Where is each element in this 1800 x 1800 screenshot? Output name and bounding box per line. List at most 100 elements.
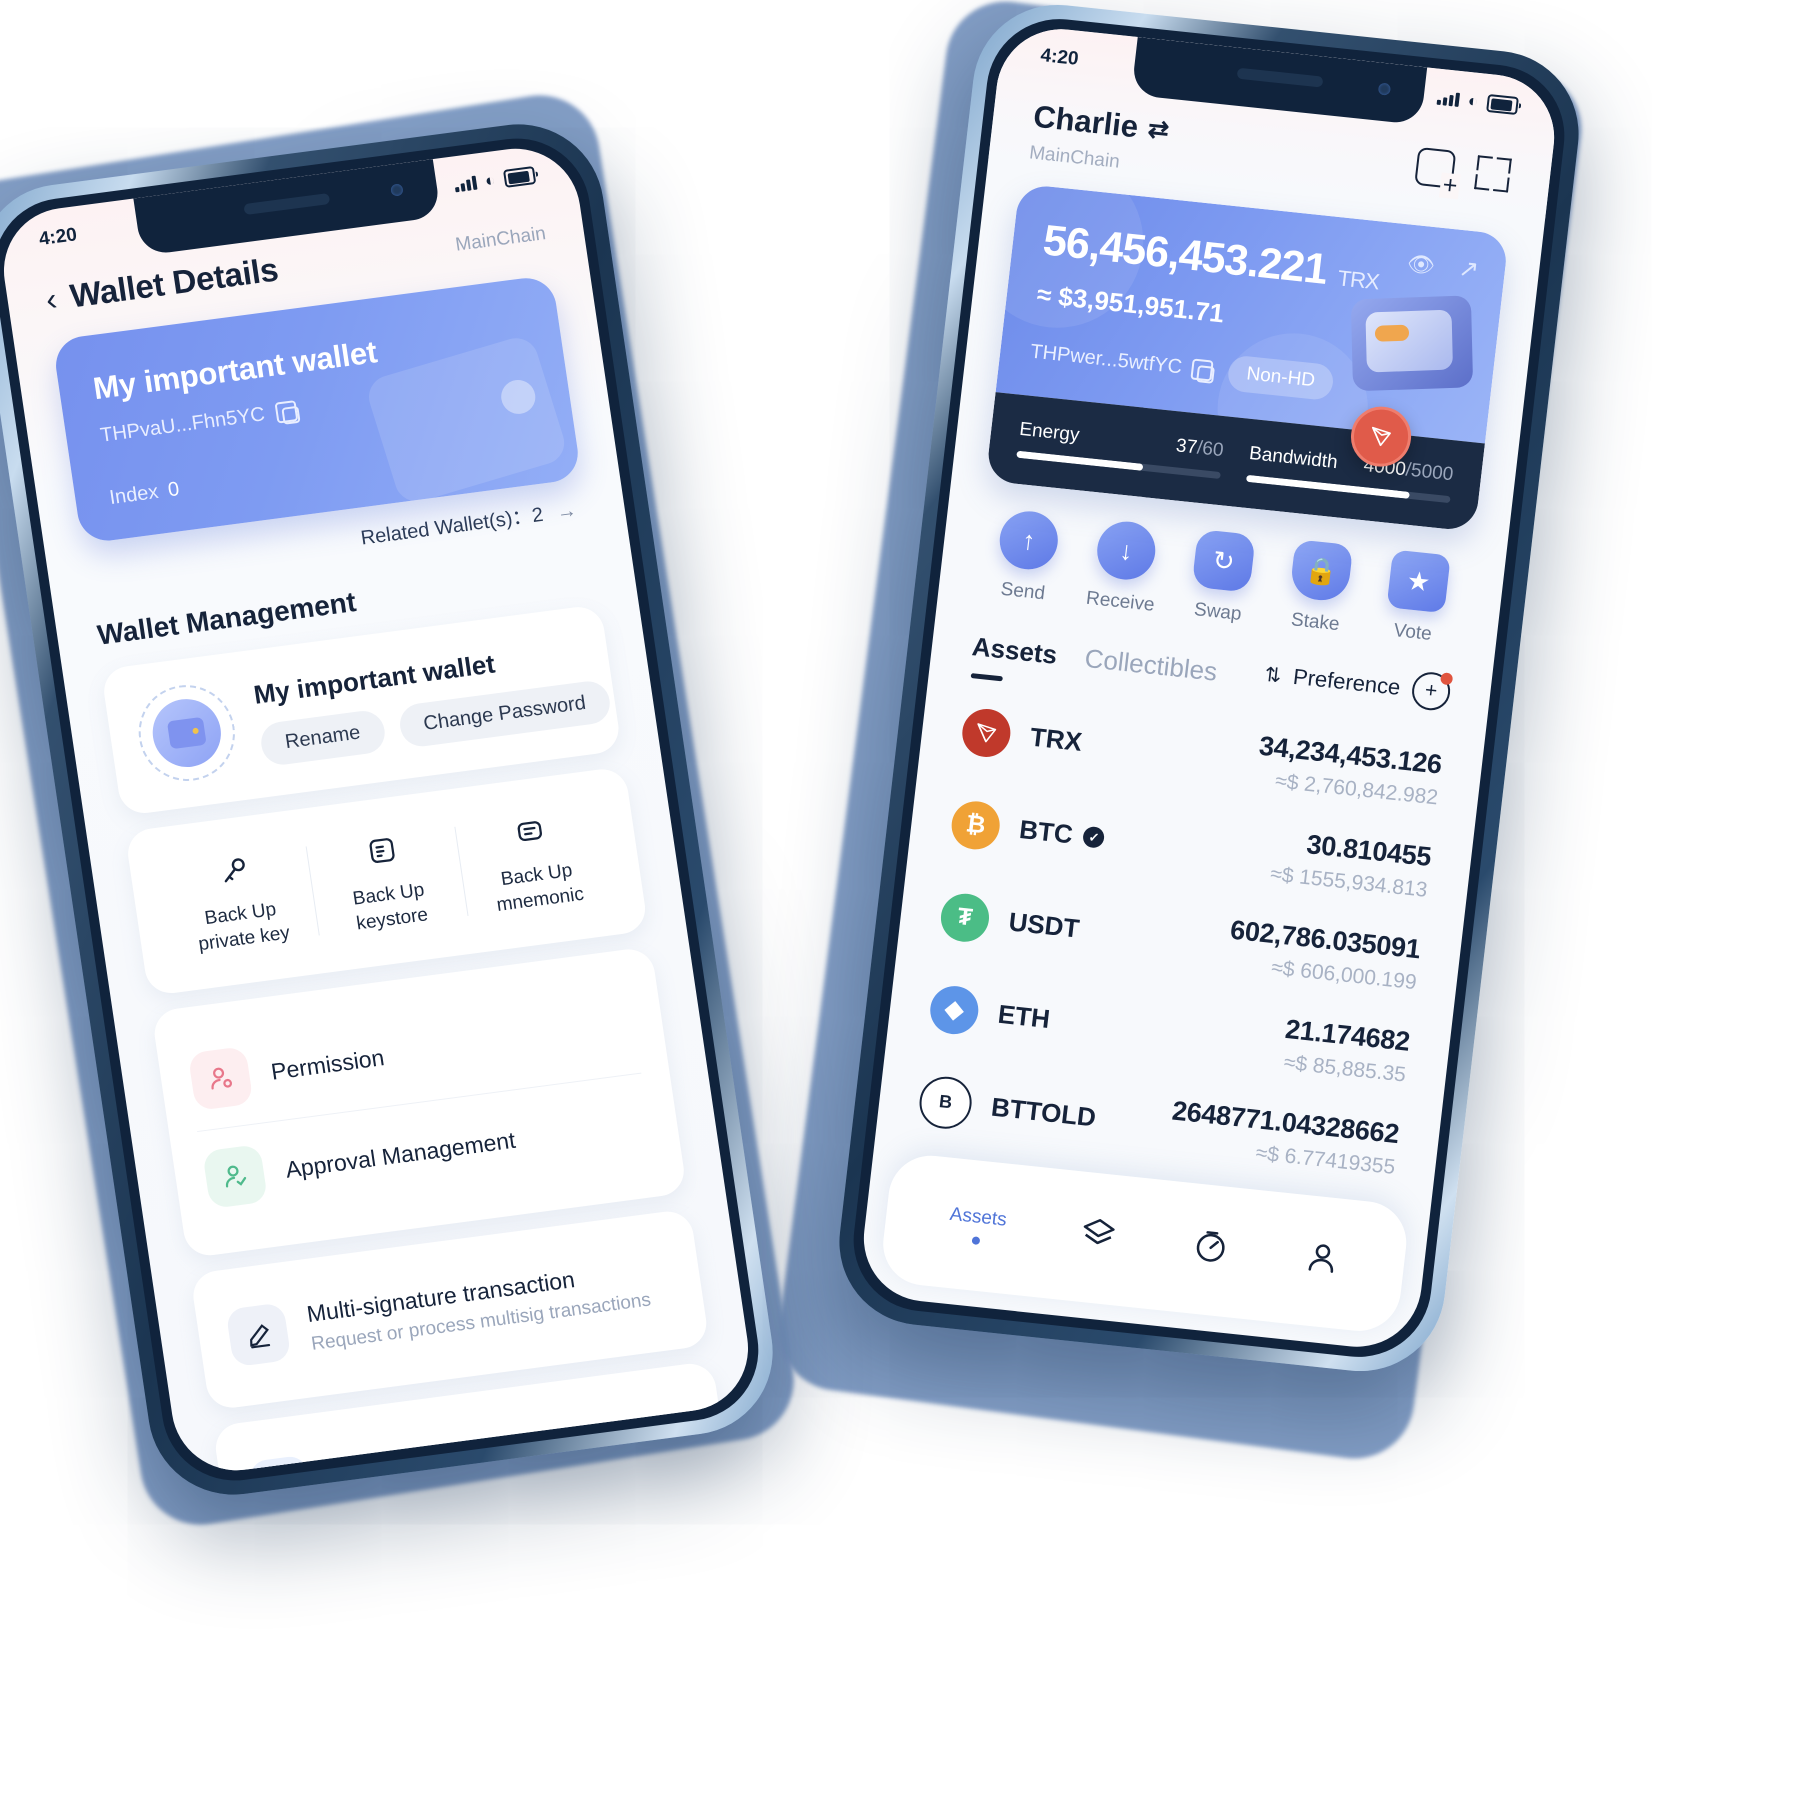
signal-icon <box>454 175 478 193</box>
approval-user-icon <box>202 1144 269 1210</box>
multisig-row[interactable]: Multi-signature transaction Request or p… <box>221 1238 678 1382</box>
speaker-icon <box>243 193 331 216</box>
asset-symbol: TRX <box>1028 721 1084 757</box>
mnemonic-icon <box>457 802 603 860</box>
shield-lock-icon: 🔒 <box>1289 539 1354 603</box>
bandwidth-total: 5000 <box>1409 460 1455 486</box>
arrow-up-right-icon[interactable]: ↗ <box>1457 254 1480 285</box>
asset-symbol: USDT <box>1007 906 1081 944</box>
wallet-address: THPwer...5wtfYC <box>1029 340 1184 378</box>
asset-symbol: BTTOLD <box>989 1091 1098 1133</box>
asset-amount: 21.174682 <box>1283 1013 1412 1057</box>
energy-label: Energy <box>1018 418 1081 447</box>
eye-icon[interactable]: 👁 <box>1406 250 1437 279</box>
signal-icon <box>1436 91 1460 107</box>
layers-icon <box>1077 1214 1120 1264</box>
nav-assets[interactable]: Assets <box>947 1204 1008 1248</box>
speaker-icon <box>1236 67 1324 88</box>
wallet-home-screen: 4:20 ◐ Charlie ⇄ MainChain + 👁 ↗ 56,456,… <box>856 22 1562 1354</box>
approval-management-label: Approval Management <box>283 1126 517 1183</box>
account-name: Charlie <box>1031 98 1141 145</box>
wallet-address: THPvaU...Fhn5YC <box>98 403 267 447</box>
chevron-left-icon[interactable]: ‹ <box>43 281 59 318</box>
eth-coin-icon: ◆ <box>927 983 981 1036</box>
permission-label: Permission <box>269 1043 386 1085</box>
backup-mnemonic-button[interactable]: Back Up mnemonic <box>452 796 617 928</box>
backup-keystore-button[interactable]: Back Up keystore <box>304 815 469 947</box>
energy-total: 60 <box>1201 438 1225 462</box>
copy-icon[interactable] <box>1190 358 1214 382</box>
arrow-down-icon: ↓ <box>1094 518 1159 583</box>
usdt-coin-icon: ₮ <box>938 890 992 944</box>
action-vote[interactable]: ★ Vote <box>1368 548 1466 649</box>
scan-qr-icon[interactable] <box>1474 155 1512 193</box>
bandwidth-resource: Bandwidth 4000/5000 <box>1245 443 1455 504</box>
camera-icon <box>389 183 404 197</box>
battery-icon <box>502 165 537 188</box>
sort-arrows-icon[interactable]: ⇅ <box>1263 661 1283 688</box>
action-swap-label: Swap <box>1192 599 1243 625</box>
wallet-avatar[interactable] <box>132 679 242 787</box>
energy-used: 37 <box>1174 435 1199 459</box>
add-wallet-icon[interactable] <box>1414 146 1457 189</box>
chain-label: MainChain <box>1028 142 1121 173</box>
nav-explore[interactable] <box>1188 1225 1231 1275</box>
wifi-icon: ◐ <box>1466 90 1480 111</box>
camera-icon <box>1377 82 1392 96</box>
backup-private-key-button[interactable]: Back Up private key <box>156 835 321 967</box>
ticket-star-icon: ★ <box>1386 549 1451 614</box>
action-stake-label: Stake <box>1289 609 1341 636</box>
asset-symbol: ETH <box>996 998 1052 1035</box>
bandwidth-label: Bandwidth <box>1248 443 1339 474</box>
nav-profile[interactable] <box>1300 1237 1343 1287</box>
swap-icon: ↻ <box>1191 529 1256 593</box>
key-icon <box>161 841 307 899</box>
trx-coin-icon <box>959 706 1014 759</box>
arrow-right-icon: → <box>555 499 579 524</box>
action-send-label: Send <box>999 578 1047 605</box>
permission-user-icon <box>187 1046 254 1112</box>
switch-account-icon[interactable]: ⇄ <box>1146 114 1170 146</box>
action-receive-label: Receive <box>1084 587 1156 616</box>
status-time: 4:20 <box>1039 45 1080 70</box>
profile-icon <box>1300 1237 1343 1287</box>
balance-unit: TRX <box>1336 265 1381 295</box>
status-time: 4:20 <box>37 224 79 251</box>
action-send[interactable]: ↑ Send <box>978 507 1076 608</box>
action-swap[interactable]: ↻ Swap <box>1173 527 1271 628</box>
keystore-icon <box>309 822 455 880</box>
nav-assets-label: Assets <box>948 1203 1008 1231</box>
energy-resource: Energy 37/60 <box>1016 418 1225 480</box>
account-switcher[interactable]: Charlie ⇄ <box>1031 98 1171 149</box>
notification-dot <box>1439 672 1454 686</box>
arrow-up-icon: ↑ <box>996 508 1061 573</box>
asset-usd: ≈$ 85,885.35 <box>1282 1050 1408 1087</box>
balance-card: 👁 ↗ 56,456,453.221 TRX ≈ $3,951,951.71 T… <box>985 183 1510 532</box>
pencil-icon <box>225 1302 292 1368</box>
wallet-address-row[interactable]: THPwer...5wtfYC <box>1029 340 1214 382</box>
permissions-card: Permission Approval Management <box>151 946 688 1259</box>
btc-coin-icon: ₿ <box>949 798 1003 852</box>
active-dot <box>971 1236 981 1245</box>
verified-icon: ✓ <box>1082 825 1106 849</box>
add-token-icon[interactable]: + <box>1410 670 1454 713</box>
backup-ks-line2: keystore <box>355 904 430 935</box>
explore-icon <box>1188 1225 1231 1275</box>
action-receive[interactable]: ↓ Receive <box>1075 517 1173 618</box>
chain-label[interactable]: MainChain <box>454 223 547 257</box>
preference-label[interactable]: Preference <box>1292 664 1402 701</box>
change-password-button[interactable]: Change Password <box>396 678 613 749</box>
battery-icon <box>1486 93 1519 116</box>
action-stake[interactable]: 🔒 Stake <box>1270 538 1368 639</box>
index-value: 0 <box>166 478 181 502</box>
nav-layers[interactable] <box>1077 1214 1120 1264</box>
rename-button[interactable]: Rename <box>258 708 388 768</box>
wifi-icon: ◐ <box>483 170 497 191</box>
action-vote-label: Vote <box>1392 620 1433 645</box>
asset-symbol: BTC <box>1017 814 1075 850</box>
copy-icon[interactable] <box>274 400 299 424</box>
link-icon <box>248 1454 314 1479</box>
related-wallets-label: Related Wallet(s)：2 <box>359 503 545 550</box>
bttold-coin-icon: B <box>916 1073 975 1131</box>
index-label: Index <box>108 480 160 510</box>
